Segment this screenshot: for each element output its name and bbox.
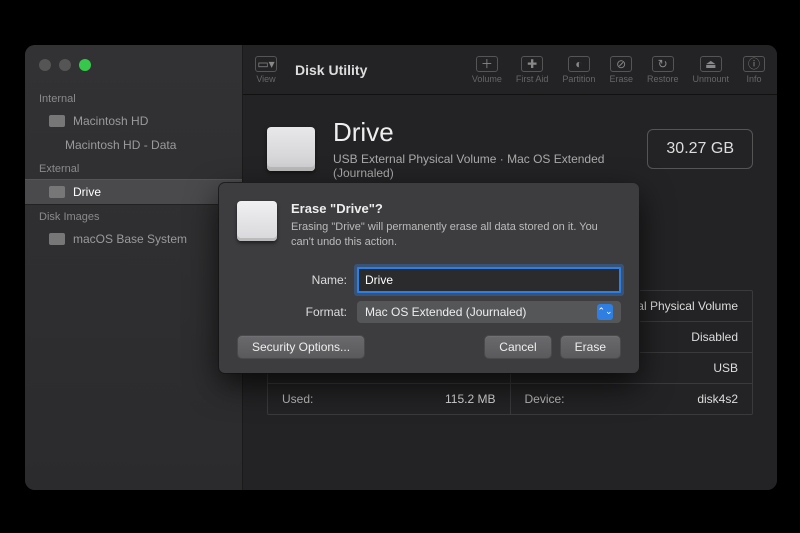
toolbar-actions: ＋ Volume ✚ First Aid ◐ Partition ⊘ Erase… bbox=[472, 56, 765, 84]
info-value: Disabled bbox=[691, 330, 738, 344]
info-value: 115.2 MB bbox=[445, 392, 495, 406]
chevron-updown-icon: ⌃⌄ bbox=[597, 304, 613, 320]
info-button[interactable]: ⓘ Info bbox=[743, 56, 765, 84]
disk-icon bbox=[49, 186, 65, 198]
drive-name: Drive bbox=[333, 117, 629, 148]
name-label: Name: bbox=[291, 273, 347, 287]
sidebar-group-disk-images: Disk Images bbox=[25, 205, 242, 227]
maximize-icon[interactable] bbox=[79, 59, 91, 71]
sidebar-group-external: External bbox=[25, 157, 242, 179]
drive-capacity: 30.27 GB bbox=[647, 129, 753, 169]
plus-icon: ＋ bbox=[476, 56, 498, 72]
dialog-message: Erasing "Drive" will permanently erase a… bbox=[291, 220, 621, 251]
sidebar-item-label: macOS Base System bbox=[73, 232, 187, 246]
cancel-button[interactable]: Cancel bbox=[484, 335, 551, 359]
disk-icon bbox=[49, 115, 65, 127]
toolbar-label: Info bbox=[746, 74, 761, 84]
erase-icon: ⊘ bbox=[610, 56, 632, 72]
partition-icon: ◐ bbox=[568, 56, 590, 72]
window-controls bbox=[25, 53, 242, 87]
volume-button[interactable]: ＋ Volume bbox=[472, 56, 502, 84]
disk-icon bbox=[49, 233, 65, 245]
erase-button[interactable]: ⊘ Erase bbox=[609, 56, 633, 84]
first-aid-icon: ✚ bbox=[521, 56, 543, 72]
toolbar-label: Erase bbox=[609, 74, 633, 84]
sidebar-item-macintosh-hd-data[interactable]: Macintosh HD - Data bbox=[25, 133, 242, 157]
sidebar-item-label: Macintosh HD bbox=[73, 114, 148, 128]
toolbar-label: Partition bbox=[562, 74, 595, 84]
toolbar-label: Volume bbox=[472, 74, 502, 84]
drive-icon bbox=[237, 201, 277, 241]
minimize-icon[interactable] bbox=[59, 59, 71, 71]
window-title: Disk Utility bbox=[295, 62, 367, 78]
drive-header: Drive USB External Physical Volume · Mac… bbox=[267, 117, 753, 180]
sidebar-item-drive[interactable]: Drive bbox=[25, 179, 242, 205]
info-value: disk4s2 bbox=[697, 392, 738, 406]
erase-dialog: Erase "Drive"? Erasing "Drive" will perm… bbox=[219, 183, 639, 373]
sidebar-item-macos-base-system[interactable]: macOS Base System bbox=[25, 227, 242, 251]
toolbar: ▭▾ View Disk Utility ＋ Volume ✚ First Ai… bbox=[243, 45, 777, 95]
security-options-button[interactable]: Security Options... bbox=[237, 335, 365, 359]
first-aid-button[interactable]: ✚ First Aid bbox=[516, 56, 549, 84]
toolbar-label: View bbox=[256, 74, 275, 84]
name-field[interactable] bbox=[357, 267, 621, 293]
format-value: Mac OS Extended (Journaled) bbox=[365, 305, 526, 319]
sidebar-item-label: Drive bbox=[73, 185, 101, 199]
restore-icon: ↻ bbox=[652, 56, 674, 72]
info-label: Used: bbox=[282, 392, 313, 406]
toolbar-label: Unmount bbox=[692, 74, 729, 84]
info-value: USB bbox=[713, 361, 738, 375]
restore-button[interactable]: ↻ Restore bbox=[647, 56, 679, 84]
info-icon: ⓘ bbox=[743, 56, 765, 72]
eject-icon: ⏏ bbox=[700, 56, 722, 72]
unmount-button[interactable]: ⏏ Unmount bbox=[692, 56, 729, 84]
drive-icon bbox=[267, 127, 315, 171]
sidebar: Internal Macintosh HD Macintosh HD - Dat… bbox=[25, 45, 243, 490]
view-button[interactable]: ▭▾ View bbox=[255, 56, 277, 84]
toolbar-label: Restore bbox=[647, 74, 679, 84]
format-select[interactable]: Mac OS Extended (Journaled) ⌃⌄ bbox=[357, 301, 621, 323]
info-label: Device: bbox=[525, 392, 565, 406]
toolbar-label: First Aid bbox=[516, 74, 549, 84]
view-icon: ▭▾ bbox=[255, 56, 277, 72]
sidebar-item-macintosh-hd[interactable]: Macintosh HD bbox=[25, 109, 242, 133]
sidebar-item-label: Macintosh HD - Data bbox=[65, 138, 176, 152]
partition-button[interactable]: ◐ Partition bbox=[562, 56, 595, 84]
close-icon[interactable] bbox=[39, 59, 51, 71]
sidebar-group-internal: Internal bbox=[25, 87, 242, 109]
drive-subtitle: USB External Physical Volume · Mac OS Ex… bbox=[333, 152, 629, 180]
erase-confirm-button[interactable]: Erase bbox=[560, 335, 621, 359]
dialog-title: Erase "Drive"? bbox=[291, 201, 621, 216]
format-label: Format: bbox=[291, 305, 347, 319]
